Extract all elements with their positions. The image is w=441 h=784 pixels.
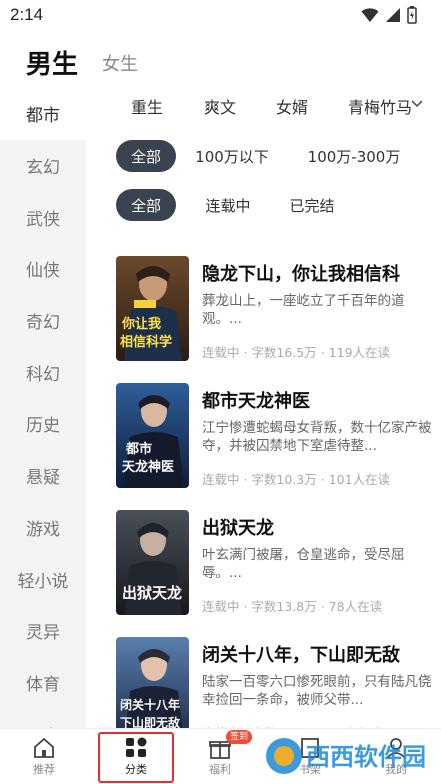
tab-female[interactable]: 女生 [102, 50, 138, 76]
nav-bookshelf[interactable]: 书架 [266, 729, 354, 784]
cover-art: 都市 天龙神医 [116, 383, 189, 488]
nav-label: 我的 [385, 763, 407, 776]
status-filter: 全部 连载中 已完结 [116, 189, 348, 221]
book-description: 葬龙山上，一座屹立了千百年的道观。... [202, 293, 405, 327]
book-title[interactable]: 都市天龙神医 [202, 387, 310, 413]
sidebar-item[interactable]: 奇幻 [0, 295, 86, 347]
home-icon [34, 737, 54, 758]
book-meta: 连载中 · 字数10.3万 · 101人在读 [202, 472, 391, 487]
sidebar-item[interactable]: 灵异 [0, 605, 86, 657]
filter-chip[interactable]: 已完结 [276, 189, 348, 221]
subcategory-tab[interactable]: 重生 [131, 94, 163, 118]
svg-text:都市: 都市 [125, 441, 152, 457]
book-description: 江宁惨遭蛇蝎母女背叛，数十亿家产被夺，并被囚禁地下室虐待整... [202, 420, 432, 454]
nav-category[interactable]: 分类 [92, 729, 180, 784]
signal-icon [386, 8, 400, 22]
wifi-icon [361, 8, 379, 22]
sidebar-item[interactable]: 都市 [0, 88, 86, 140]
filter-chip[interactable]: 100万以下 [182, 140, 282, 172]
tab-male[interactable]: 男生 [26, 44, 78, 81]
book-item[interactable]: 你让我 相信科学 隐龙下山，你让我相信科 葬龙山上，一座屹立了千百年的道观。..… [116, 256, 436, 366]
subcategory-tab[interactable]: 青梅竹马 [348, 94, 412, 118]
book-cover[interactable]: 你让我 相信科学 [116, 256, 189, 361]
nav-label: 分类 [125, 763, 147, 776]
sidebar-item[interactable]: 武侠 [0, 191, 86, 243]
sidebar-item[interactable]: 体育 [0, 657, 86, 709]
book-title[interactable]: 隐龙下山，你让我相信科 [202, 260, 400, 286]
nav-recommend[interactable]: 推荐 [0, 729, 88, 784]
cover-art: 出狱天龙 [116, 510, 189, 615]
nav-label: 书架 [299, 763, 321, 776]
svg-text:相信科学: 相信科学 [120, 334, 172, 350]
book-cover[interactable]: 闭关十八年 下山即无敌 [116, 637, 189, 742]
svg-text:闭关十八年: 闭关十八年 [120, 697, 180, 712]
category-grid-icon [126, 737, 147, 757]
filter-chip[interactable]: 100万-300万 [298, 140, 410, 172]
book-title[interactable]: 出狱天龙 [202, 514, 274, 540]
cover-art: 你让我 相信科学 [116, 256, 189, 361]
book-item[interactable]: 出狱天龙 出狱天龙 叶玄满门被屠，仓皇逃命，受尽屈辱。... 连载中 · 字数1… [116, 510, 436, 620]
filter-chip[interactable]: 连载中 [190, 189, 266, 221]
svg-text:出狱天龙: 出狱天龙 [122, 584, 182, 602]
book-description: 叶玄满门被屠，仓皇逃命，受尽屈辱。... [202, 547, 405, 581]
filter-chip[interactable]: 全部 [116, 189, 176, 221]
book-meta: 连载中 · 字数13.8万 · 78人在读 [202, 599, 383, 614]
nav-label: 推荐 [33, 763, 55, 776]
subcategory-tab[interactable]: 女婿 [276, 94, 308, 118]
book-item[interactable]: 都市 天龙神医 都市天龙神医 江宁惨遭蛇蝎母女背叛，数十亿家产被夺，并被囚禁地下… [116, 383, 436, 493]
book-title[interactable]: 闭关十八年，下山即无敌 [202, 641, 400, 667]
bookshelf-icon [301, 738, 319, 758]
svg-text:天龙神医: 天龙神医 [122, 459, 174, 475]
sidebar-item[interactable]: 科幻 [0, 346, 86, 398]
sidebar-item[interactable]: 轻小说 [0, 553, 86, 605]
sidebar-item[interactable]: 历史 [0, 398, 86, 450]
sidebar-item[interactable]: 悬疑 [0, 450, 86, 502]
status-time: 2:14 [10, 5, 44, 24]
category-sidebar: 都市 玄幻 武侠 仙侠 奇幻 科幻 历史 悬疑 游戏 轻小说 灵异 体育 军事 [0, 88, 86, 733]
book-cover[interactable]: 都市 天龙神医 [116, 383, 189, 488]
book-cover[interactable]: 出狱天龙 [116, 510, 189, 615]
gender-tabs: 男生 女生 [0, 32, 441, 88]
subcategory-tab[interactable]: 爽文 [204, 94, 236, 118]
sidebar-item[interactable]: 仙侠 [0, 243, 86, 295]
svg-text:你让我: 你让我 [121, 316, 161, 332]
cover-art: 闭关十八年 下山即无敌 [116, 637, 189, 742]
wordcount-filter: 全部 100万以下 100万-300万 [116, 140, 410, 172]
subcategory-bar: 重生 爽文 女婿 青梅竹马 [86, 88, 441, 130]
nav-mine[interactable]: 我的 [352, 729, 440, 784]
checkin-badge: 签到 [226, 730, 253, 744]
filter-chip[interactable]: 全部 [116, 140, 176, 172]
status-bar: 2:14 [0, 0, 441, 32]
battery-icon [407, 6, 417, 24]
nav-label: 福利 [209, 763, 231, 776]
user-icon [386, 738, 406, 759]
sidebar-item[interactable]: 游戏 [0, 502, 86, 554]
book-description: 陆家一百零六口惨死眼前，只有陆凡侥幸捡回一条命，被师父带... [202, 674, 432, 708]
bottom-nav: 推荐 分类 福利 书架 我的 [0, 728, 441, 784]
chevron-down-icon[interactable] [410, 98, 424, 110]
book-meta: 连载中 · 字数16.5万 · 119人在读 [202, 345, 391, 360]
sidebar-item[interactable]: 玄幻 [0, 140, 86, 192]
status-icons [361, 6, 417, 24]
